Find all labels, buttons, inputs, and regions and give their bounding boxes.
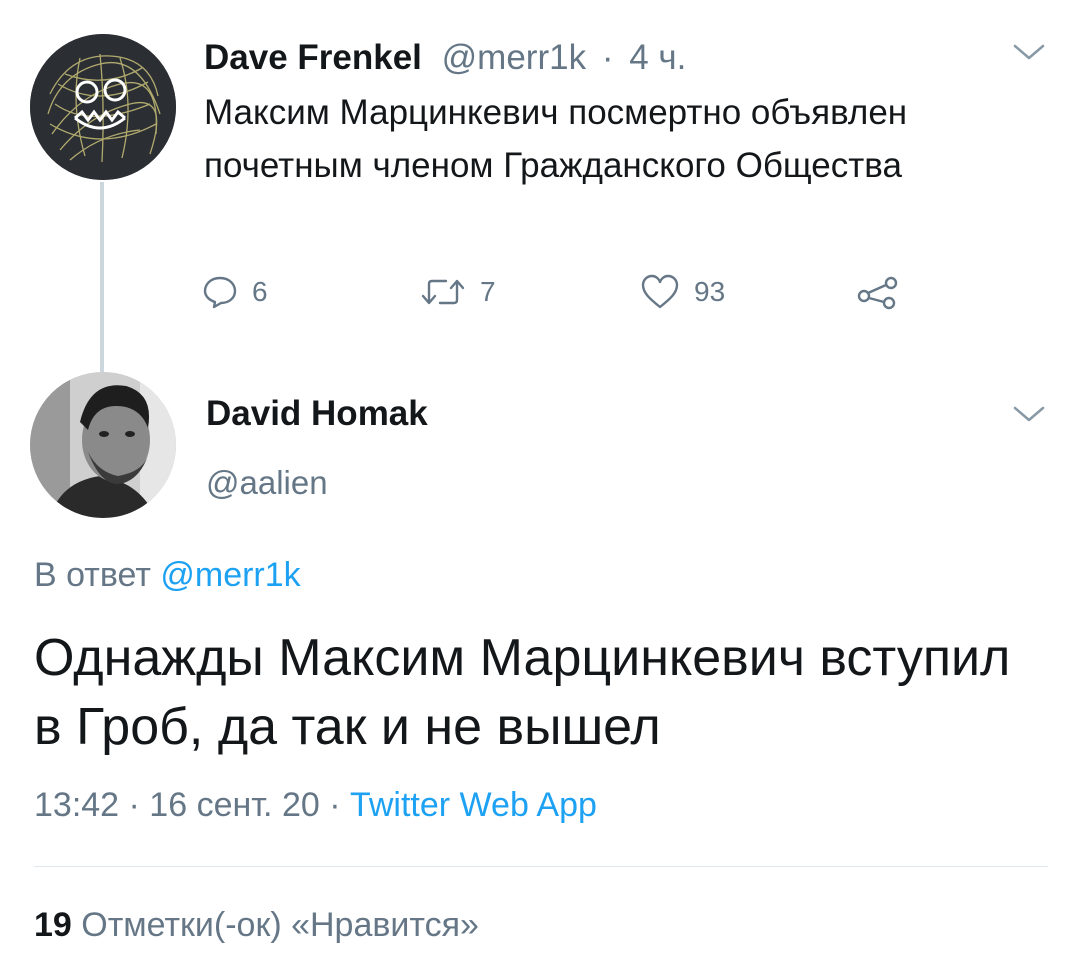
thread-connector-line <box>100 182 104 372</box>
tweet2-timestamp[interactable]: 13:42 · 16 сент. 20 · <box>34 786 341 824</box>
tweet1-separator: · <box>601 38 614 77</box>
retweet-count: 7 <box>480 276 496 307</box>
reply-prefix: В ответ <box>34 556 151 594</box>
avatar-dave-frenkel[interactable] <box>30 34 176 180</box>
tweet2-source-link[interactable]: Twitter Web App <box>350 786 597 824</box>
tweet2-author-name[interactable]: David Homak <box>206 394 428 434</box>
share-button[interactable] <box>856 274 900 310</box>
likes-count: 19 <box>34 906 72 944</box>
divider <box>34 866 1048 867</box>
tweet1-time[interactable]: 4 ч. <box>629 38 686 77</box>
like-count: 93 <box>694 276 726 307</box>
avatar-image <box>30 372 176 518</box>
reply-to-link[interactable]: @merr1k <box>160 556 300 594</box>
tweet2-meta: 13:42 · 16 сент. 20 · Twitter Web App <box>34 786 597 825</box>
tweet1-text: Максим Марцинкевич посмертно объявлен по… <box>204 93 908 185</box>
tweet1-author-name[interactable]: Dave Frenkel <box>204 38 422 77</box>
tweet2-handle[interactable]: @aalien <box>206 464 328 502</box>
chevron-down-icon <box>1013 44 1045 60</box>
avatar-image <box>30 34 176 180</box>
tweet1-handle[interactable]: @merr1k <box>442 38 586 77</box>
tweet2-menu-button[interactable] <box>1012 404 1046 429</box>
retweet-icon <box>421 279 465 305</box>
like-button[interactable]: 93 <box>640 274 725 310</box>
heart-icon <box>641 274 679 309</box>
tweet2-text: Однажды Максим Марцинкевич вступил в Гро… <box>34 629 1011 756</box>
share-icon <box>857 276 898 310</box>
retweet-button[interactable]: 7 <box>420 274 496 310</box>
reply-button[interactable]: 6 <box>202 274 268 310</box>
tweet1-menu-button[interactable] <box>1012 42 1046 67</box>
likes-label: Отметки(-ок) «Нравится» <box>81 906 479 944</box>
reply-icon <box>203 276 237 309</box>
reply-count: 6 <box>252 276 268 307</box>
reply-context: В ответ @merr1k <box>34 556 301 595</box>
tweet1-header: Dave Frenkel @merr1k · 4 ч. <box>204 38 686 78</box>
avatar-david-homak[interactable] <box>30 372 176 518</box>
chevron-down-icon <box>1013 406 1045 422</box>
likes-summary[interactable]: 19 Отметки(-ок) «Нравится» <box>34 906 479 945</box>
